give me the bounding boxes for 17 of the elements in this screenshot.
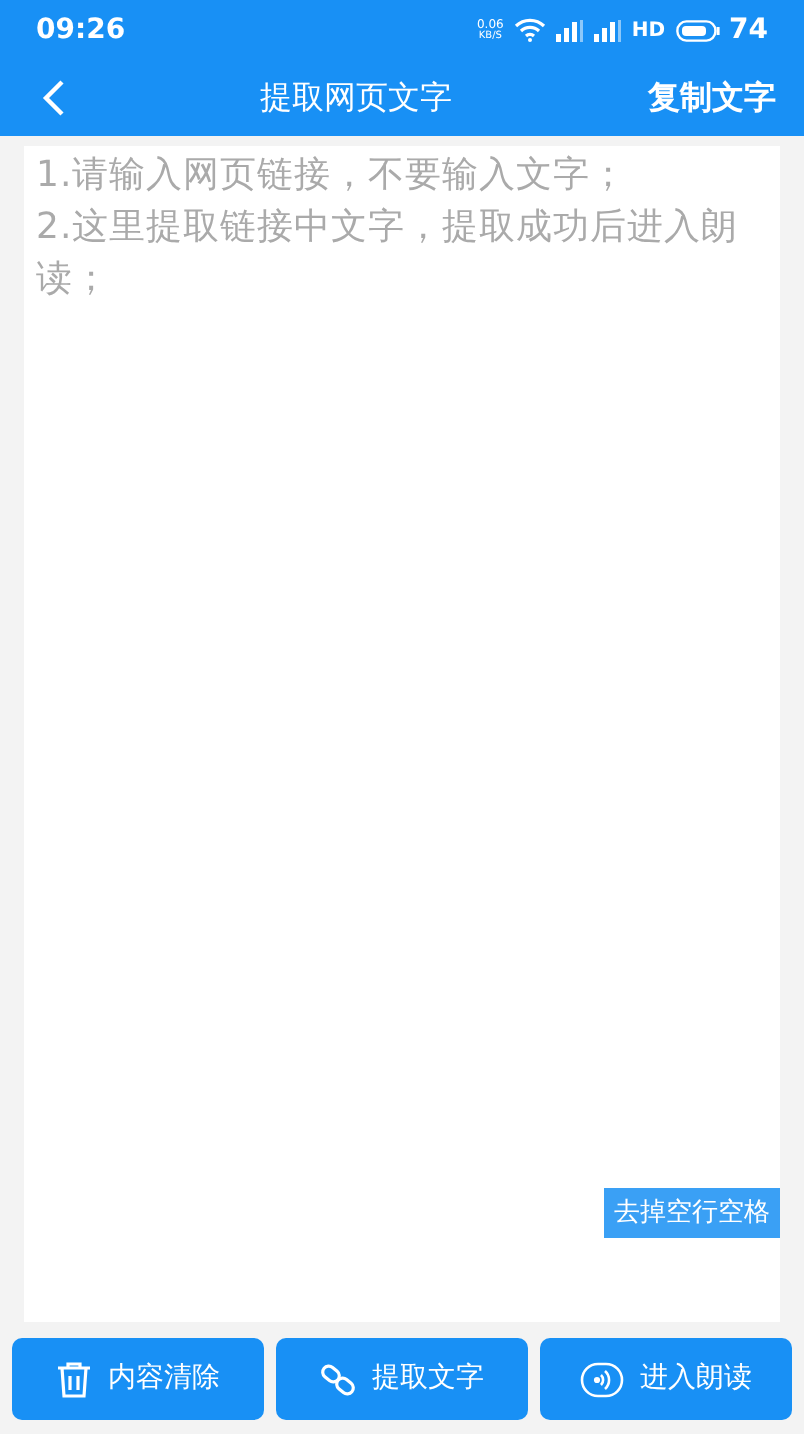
copy-text-button[interactable]: 复制文字 (648, 74, 776, 122)
signal-icon (593, 19, 622, 41)
link-icon (320, 1361, 356, 1397)
wifi-icon (513, 18, 546, 42)
status-time: 09:26 (36, 11, 126, 49)
audio-icon (580, 1361, 624, 1397)
read-aloud-button[interactable]: 进入朗读 (540, 1338, 792, 1420)
clear-content-button[interactable]: 内容清除 (12, 1338, 264, 1420)
battery-icon (675, 19, 720, 41)
signal-icon (555, 19, 584, 41)
remove-blank-lines-button[interactable]: 去掉空行空格 (604, 1187, 780, 1238)
extract-text-button[interactable]: 提取文字 (276, 1338, 528, 1420)
trash-icon (56, 1361, 92, 1397)
page-title: 提取网页文字 (260, 76, 452, 120)
network-type: HD (631, 17, 666, 45)
back-icon (42, 80, 66, 116)
battery-level: 74 (729, 11, 768, 49)
